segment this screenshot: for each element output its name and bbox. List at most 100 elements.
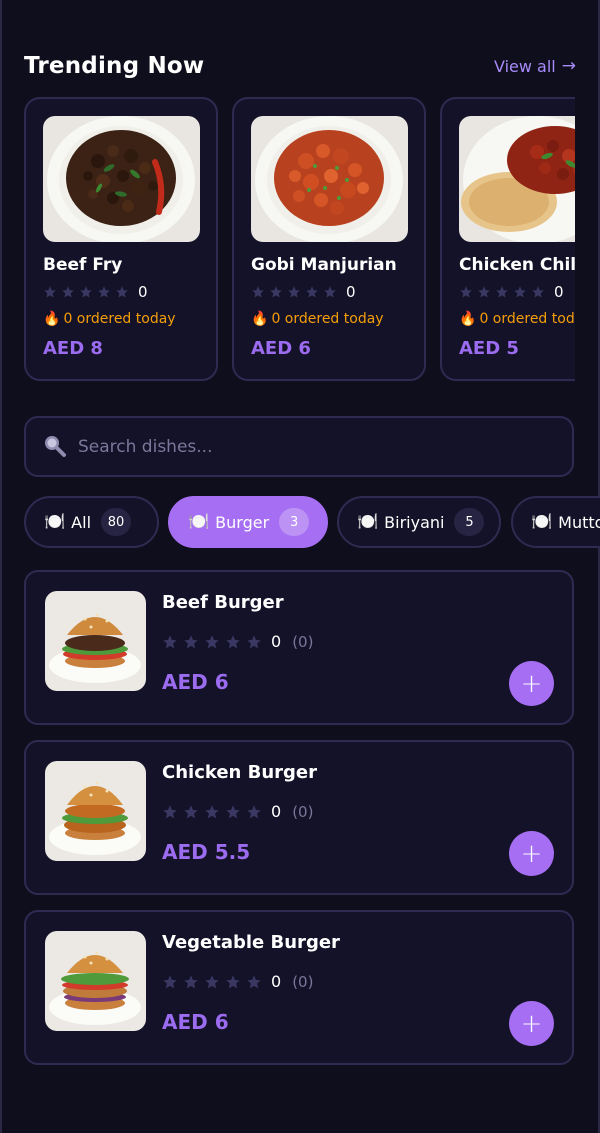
star-icon [204, 974, 220, 990]
star-icon [115, 285, 129, 299]
ordered-today: 🔥 0 ordered today [459, 311, 575, 327]
trending-item-name: Chicken Chilli [459, 255, 575, 275]
dish-name: Chicken Burger [162, 762, 318, 783]
chicken-chilli-image [459, 116, 575, 242]
ordered-today: 🔥 0 ordered today [251, 311, 384, 327]
gobi-manjurian-image [251, 116, 408, 242]
star-icon [225, 804, 241, 820]
dish-name: Vegetable Burger [162, 932, 340, 953]
arrow-right-icon: → [561, 55, 576, 76]
left-edge [0, 0, 2, 1133]
plate-icon: 🍽️ [188, 512, 210, 532]
trending-card[interactable]: Beef Fry 0 🔥 0 ordered today AED 8 [24, 97, 218, 381]
plate-icon: 🍽️ [44, 512, 66, 532]
star-icon [225, 974, 241, 990]
dish-card[interactable]: Beef Burger 0 (0) AED 6 + [24, 570, 574, 725]
star-icon [251, 285, 265, 299]
star-icon [162, 634, 178, 650]
ordered-today-label: 0 ordered today [479, 311, 575, 327]
fire-icon: 🔥 [251, 311, 269, 327]
trending-item-price: AED 6 [251, 338, 311, 359]
review-count: (0) [292, 802, 314, 821]
chip-count: 5 [454, 508, 485, 536]
star-icon [305, 285, 319, 299]
fire-icon: 🔥 [459, 311, 477, 327]
star-icon [477, 285, 491, 299]
ordered-today: 🔥 0 ordered today [43, 311, 176, 327]
ordered-today-label: 0 ordered today [63, 311, 176, 327]
chip-label: Biriyani [384, 512, 445, 532]
add-to-cart-button[interactable]: + [509, 831, 554, 876]
rating-value: 0 [554, 283, 564, 301]
dish-price: AED 5.5 [162, 840, 251, 864]
star-rating: 0 [251, 283, 356, 301]
add-to-cart-button[interactable]: + [509, 661, 554, 706]
review-count: (0) [292, 972, 314, 991]
search-box[interactable] [24, 416, 574, 477]
view-all-label: View all [494, 56, 556, 76]
chip-label: Burger [215, 512, 270, 532]
star-icon [162, 804, 178, 820]
rating-value: 0 [271, 972, 282, 991]
beef-fry-image [43, 116, 200, 242]
category-chip-mutton[interactable]: 🍽️ Mutton [511, 496, 600, 548]
trending-item-name: Beef Fry [43, 255, 123, 275]
view-all-link[interactable]: View all → [494, 57, 576, 76]
category-chips: 🍽️ All 80 🍽️ Burger 3 🍽️ Biriyani 5 🍽️ M… [24, 496, 600, 548]
trending-card[interactable]: Chicken Chilli 0 🔥 0 ordered today AED 5 [440, 97, 575, 381]
ordered-today-label: 0 ordered today [271, 311, 384, 327]
vegetable-burger-image [45, 931, 146, 1031]
star-rating: 0 (0) [162, 802, 313, 821]
star-icon [246, 634, 262, 650]
star-icon [43, 285, 57, 299]
star-icon [183, 634, 199, 650]
chip-count: 80 [101, 508, 132, 536]
star-icon [61, 285, 75, 299]
star-icon [183, 974, 199, 990]
search-icon [42, 433, 68, 459]
trending-item-price: AED 5 [459, 338, 519, 359]
trending-card[interactable]: Gobi Manjurian 0 🔥 0 ordered today AED 6 [232, 97, 426, 381]
star-icon [495, 285, 509, 299]
star-icon [97, 285, 111, 299]
dish-card[interactable]: Chicken Burger 0 (0) AED 5.5 + [24, 740, 574, 895]
search-input[interactable] [78, 418, 558, 475]
trending-item-price: AED 8 [43, 338, 103, 359]
star-icon [459, 285, 473, 299]
category-chip-biriyani[interactable]: 🍽️ Biriyani 5 [337, 496, 501, 548]
chip-label: All [71, 512, 92, 532]
category-chip-burger[interactable]: 🍽️ Burger 3 [168, 496, 328, 548]
star-icon [162, 974, 178, 990]
star-icon [204, 634, 220, 650]
chip-count: 3 [279, 508, 310, 536]
dish-name: Beef Burger [162, 592, 284, 613]
star-icon [323, 285, 337, 299]
trending-title: Trending Now [24, 53, 205, 79]
chip-label: Mutton [558, 512, 600, 532]
trending-item-name: Gobi Manjurian [251, 255, 397, 275]
plate-icon: 🍽️ [531, 512, 553, 532]
star-icon [246, 974, 262, 990]
review-count: (0) [292, 632, 314, 651]
star-rating: 0 (0) [162, 972, 313, 991]
star-icon [513, 285, 527, 299]
plate-icon: 🍽️ [357, 512, 379, 532]
rating-value: 0 [346, 283, 356, 301]
dish-price: AED 6 [162, 1010, 229, 1034]
beef-burger-image [45, 591, 146, 691]
chicken-burger-image [45, 761, 146, 861]
star-rating: 0 (0) [162, 632, 313, 651]
rating-value: 0 [138, 283, 148, 301]
star-rating: 0 [43, 283, 148, 301]
star-icon [79, 285, 93, 299]
dish-card[interactable]: Vegetable Burger 0 (0) AED 6 + [24, 910, 574, 1065]
star-icon [183, 804, 199, 820]
add-to-cart-button[interactable]: + [509, 1001, 554, 1046]
star-icon [204, 804, 220, 820]
rating-value: 0 [271, 632, 282, 651]
star-icon [269, 285, 283, 299]
category-chip-all[interactable]: 🍽️ All 80 [24, 496, 159, 548]
star-icon [246, 804, 262, 820]
trending-carousel[interactable]: Beef Fry 0 🔥 0 ordered today AED 8 Gobi … [24, 97, 575, 383]
fire-icon: 🔥 [43, 311, 61, 327]
